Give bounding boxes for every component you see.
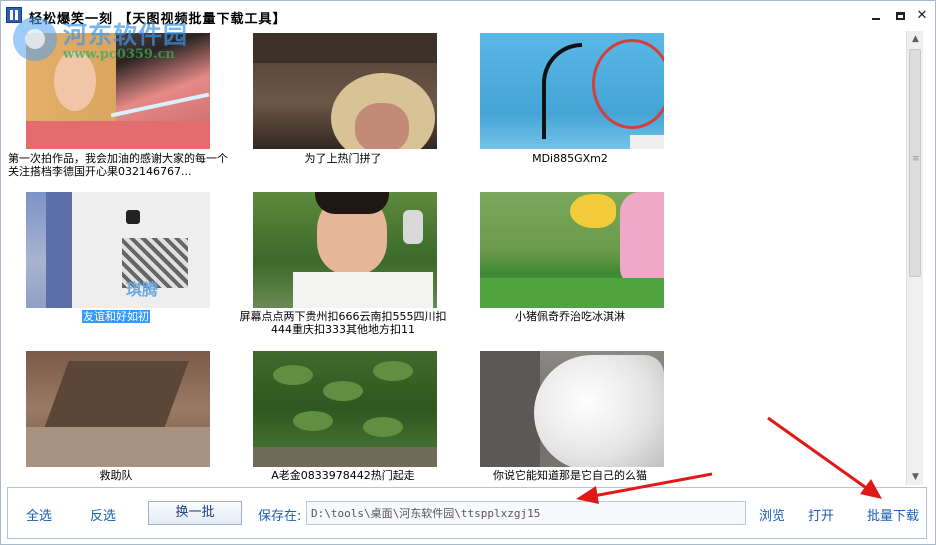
video-thumbnail[interactable] — [480, 33, 664, 149]
close-button[interactable]: ✕ — [913, 7, 931, 25]
video-thumbnail[interactable] — [480, 351, 664, 467]
close-icon: ✕ — [916, 8, 928, 23]
video-caption: 友谊和好如初 — [2, 310, 230, 323]
video-thumbnail[interactable] — [253, 351, 437, 467]
save-path-input[interactable] — [306, 501, 746, 525]
maximize-button[interactable] — [891, 7, 909, 25]
thumbnail-overlay-text: 琪腾 — [126, 280, 159, 299]
title-bar: 轻松爆笑一刻 【天图视频批量下载工具】 ✕ — [1, 1, 935, 31]
video-caption: MDi885GXm2 — [532, 152, 608, 165]
scroll-up-icon[interactable]: ▲ — [907, 31, 924, 47]
scrollbar-thumb[interactable] — [909, 49, 921, 277]
window-title: 轻松爆笑一刻 【天图视频批量下载工具】 — [29, 12, 287, 27]
video-caption: 你说它能知道那是它自己的么猫 — [493, 469, 647, 482]
video-thumbnail[interactable] — [253, 192, 437, 308]
maximize-icon — [895, 12, 905, 20]
invert-selection-button[interactable]: 反选 — [90, 505, 116, 524]
batch-download-button[interactable]: 批量下载 — [867, 505, 919, 524]
next-batch-button[interactable]: 换一批 — [148, 501, 242, 525]
minimize-button[interactable] — [867, 7, 885, 25]
app-window: 轻松爆笑一刻 【天图视频批量下载工具】 ✕ 河东软件园 www.pc0359.c… — [0, 0, 936, 545]
open-button[interactable]: 打开 — [808, 505, 834, 524]
bottom-toolbar: 全选 反选 换一批 保存在: 浏览 打开 批量下载 — [7, 487, 927, 539]
video-grid: 第一次拍作品，我会加油的感谢大家的每一个关注搭档李德国开心果032146767.… — [2, 31, 906, 485]
save-path-label: 保存在: — [258, 509, 302, 524]
video-thumbnail[interactable] — [26, 33, 210, 149]
video-thumbnail[interactable] — [480, 192, 664, 308]
minimize-icon — [872, 18, 880, 20]
selected-caption: 友谊和好如初 — [82, 310, 150, 323]
browse-button[interactable]: 浏览 — [759, 505, 785, 524]
video-thumbnail[interactable] — [26, 351, 210, 467]
video-caption: 屏幕点点两下贵州扣666云南扣555四川扣444重庆扣333其他地方扣11 — [239, 310, 447, 336]
video-caption: 第一次拍作品，我会加油的感谢大家的每一个关注搭档李德国开心果032146767.… — [8, 152, 228, 178]
video-caption: 小猪佩奇乔治吃冰淇淋 — [515, 310, 625, 323]
app-icon — [6, 7, 22, 23]
video-thumbnail[interactable]: 琪腾 — [26, 192, 210, 308]
video-caption: 为了上热门拼了 — [304, 152, 382, 165]
video-thumbnail[interactable] — [253, 33, 437, 149]
select-all-button[interactable]: 全选 — [26, 505, 52, 524]
scroll-down-icon[interactable]: ▼ — [907, 469, 924, 485]
video-caption: 救助队 — [99, 469, 133, 482]
vertical-scrollbar[interactable]: ▲ ▼ — [906, 31, 923, 485]
video-caption: A老金0833978442热门起走 — [271, 469, 415, 482]
